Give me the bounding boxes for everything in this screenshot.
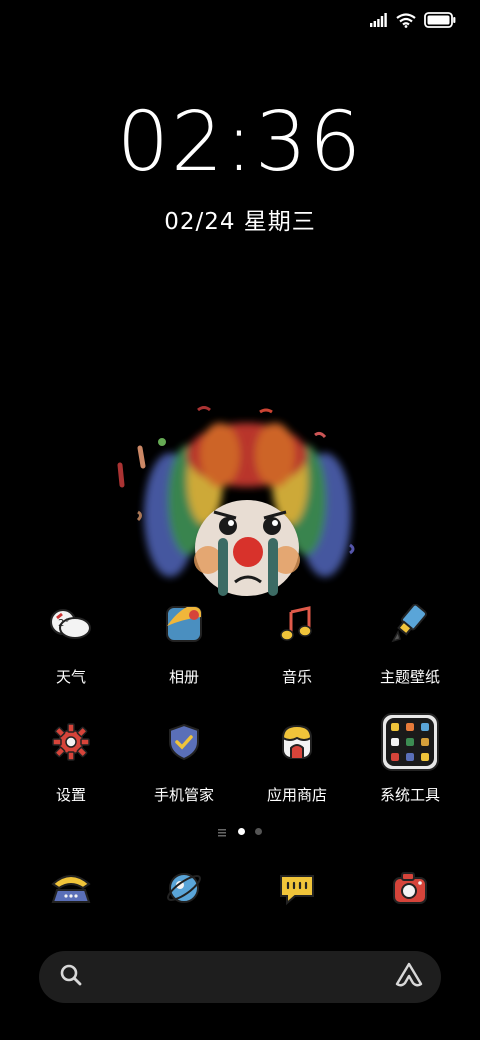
wifi-icon (396, 12, 416, 28)
app-weather[interactable]: 2° 天气 (14, 594, 128, 687)
music-icon (267, 594, 327, 654)
weather-icon: 2° (41, 594, 101, 654)
status-bar (370, 10, 456, 30)
app-label: 系统工具 (379, 786, 440, 804)
app-label: 天气 (55, 668, 86, 686)
app-label: 设置 (55, 786, 86, 804)
app-gallery[interactable]: 相册 (127, 594, 241, 687)
lock-date: 02/24 星期三 (164, 209, 316, 235)
folder-system-tools[interactable]: 系统工具 (353, 712, 467, 805)
battery-icon (424, 12, 456, 28)
dock-phone[interactable] (14, 860, 128, 916)
page-dot[interactable] (255, 828, 262, 835)
app-label: 音乐 (281, 668, 312, 686)
camera-icon (382, 860, 438, 916)
app-label: 相册 (168, 668, 199, 686)
app-label: 手机管家 (153, 786, 214, 804)
phone-icon (43, 860, 99, 916)
app-label: 应用商店 (266, 786, 327, 804)
app-label: 主题壁纸 (379, 668, 440, 686)
app-store[interactable]: 应用商店 (240, 712, 354, 805)
app-theme[interactable]: 主题壁纸 (353, 594, 467, 687)
search-bar[interactable] (39, 951, 441, 1003)
app-settings[interactable]: 设置 (14, 712, 128, 805)
folder-icon (380, 712, 440, 772)
svg-text:2°: 2° (58, 618, 69, 629)
messages-icon (269, 860, 325, 916)
dock-browser[interactable] (127, 860, 241, 916)
lock-clock: 02:36 (116, 95, 364, 190)
dock-messages[interactable] (240, 860, 354, 916)
settings-gear-icon (41, 712, 101, 772)
page-indicator[interactable] (0, 822, 480, 841)
theme-brush-icon (380, 594, 440, 654)
feed-page-icon[interactable] (218, 822, 228, 841)
app-music[interactable]: 音乐 (240, 594, 354, 687)
gallery-icon (154, 594, 214, 654)
assistant-icon[interactable] (395, 962, 423, 992)
app-security[interactable]: 手机管家 (127, 712, 241, 805)
wallpaper-clown (110, 400, 380, 610)
dock-camera[interactable] (353, 860, 467, 916)
browser-planet-icon (156, 860, 212, 916)
security-shield-icon (154, 712, 214, 772)
search-input[interactable] (99, 963, 381, 993)
app-store-icon (267, 712, 327, 772)
signal-icon (370, 13, 388, 27)
page-dot-active[interactable] (238, 828, 245, 835)
search-icon[interactable] (59, 963, 83, 991)
